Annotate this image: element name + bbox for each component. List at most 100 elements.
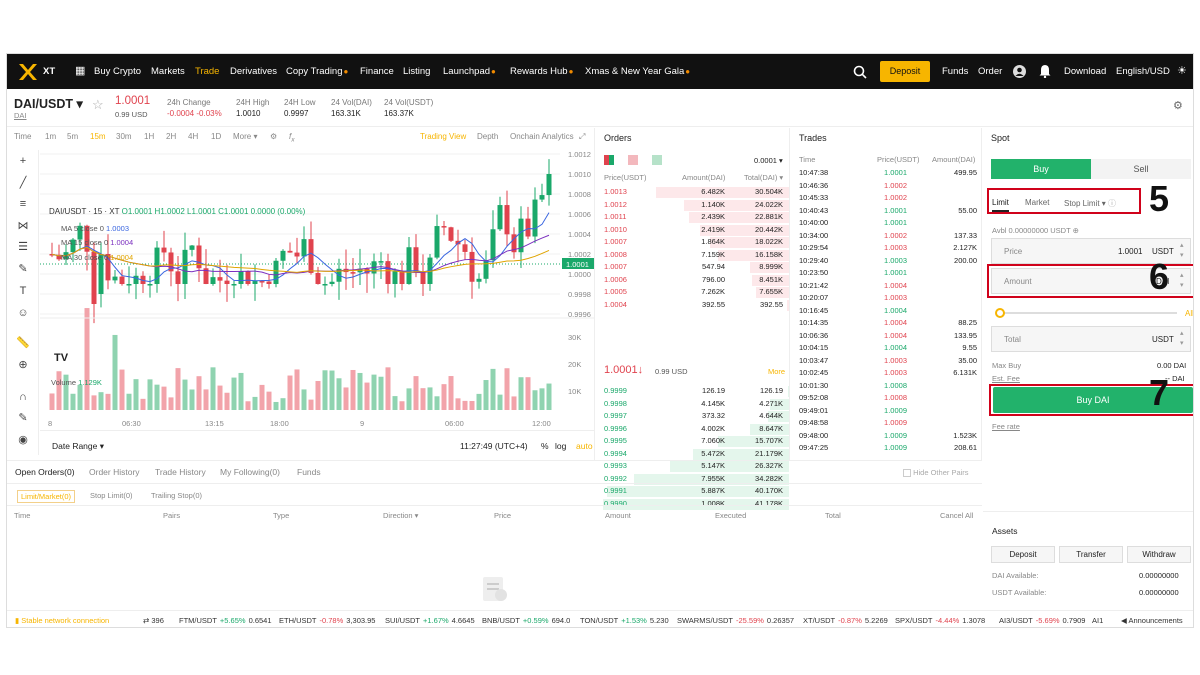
ticker-item[interactable]: XT/USDT -0.87% 5.2269 (803, 611, 888, 627)
tf-1h[interactable]: 1H (144, 132, 154, 141)
assets-withdraw-button[interactable]: Withdraw (1127, 546, 1191, 563)
ask-row[interactable]: 1.0012 1.140K 24.022K (596, 199, 789, 212)
tf-5m[interactable]: 5m (67, 132, 78, 141)
tf-2h[interactable]: 2H (166, 132, 176, 141)
nav-launchpad[interactable]: Launchpad● (443, 54, 496, 89)
ask-row[interactable]: 1.0010 2.419K 20.442K (596, 224, 789, 237)
nav-finance[interactable]: Finance (360, 54, 394, 89)
bid-row[interactable]: 0.9998 4.145K 4.271K (596, 398, 789, 411)
price-stepper[interactable]: ▴ ▾ (1180, 241, 1184, 261)
bid-row[interactable]: 0.9995 7.060K 15.707K (596, 435, 789, 448)
log-toggle[interactable]: log (555, 441, 566, 451)
book-asks-icon[interactable] (628, 155, 638, 165)
deposit-button[interactable]: Deposit (880, 61, 930, 82)
ruler-icon[interactable]: 📏 (16, 336, 30, 350)
subtab-limit-market[interactable]: Limit/Market(0) (17, 490, 76, 503)
nav-buy-crypto[interactable]: Buy Crypto (94, 54, 141, 89)
text-tool-icon[interactable]: T (16, 284, 30, 298)
user-avatar-icon[interactable] (1013, 65, 1026, 78)
pair-selector[interactable]: DAI/USDT ▾ (14, 96, 83, 111)
col-total[interactable]: Total(DAI) ▾ (744, 173, 783, 182)
price-value[interactable]: 1.0001 (1118, 247, 1142, 256)
fee-rate-link[interactable]: Fee rate (992, 422, 1020, 431)
hide-other-pairs[interactable]: Hide Other Pairs (903, 468, 969, 478)
trendline-icon[interactable]: ╱ (16, 176, 30, 190)
ai-label[interactable]: AI1 (1092, 611, 1103, 627)
fib-icon[interactable]: ☰ (16, 240, 30, 254)
tf-1m[interactable]: 1m (45, 132, 56, 141)
nav-listing[interactable]: Listing (403, 54, 430, 89)
slider-handle[interactable] (995, 308, 1005, 318)
tab-order-history[interactable]: Order History (89, 467, 140, 477)
search-icon[interactable] (853, 65, 867, 79)
ticker-item[interactable]: FTM/USDT +5.65% 0.6541 (179, 611, 272, 627)
ticker-item[interactable]: SUI/USDT +1.67% 4.6645 (385, 611, 475, 627)
nav-xmas-gala[interactable]: Xmas & New Year Gala● (585, 54, 690, 89)
view-depth[interactable]: Depth (477, 132, 498, 141)
tf-1d[interactable]: 1D (211, 132, 221, 141)
xt-logo-icon[interactable] (17, 61, 39, 83)
nav-locale[interactable]: English/USD (1116, 54, 1170, 89)
nav-markets[interactable]: Markets (151, 54, 185, 89)
assets-deposit-button[interactable]: Deposit (991, 546, 1055, 563)
tab-my-following[interactable]: My Following(0) (220, 467, 280, 477)
subtab-trailing-stop[interactable]: Trailing Stop(0) (151, 491, 202, 500)
ask-row[interactable]: 1.0007 547.94 8.999K (596, 261, 789, 274)
ask-row[interactable]: 1.0008 7.159K 16.158K (596, 249, 789, 262)
total-input[interactable]: Total USDT ▴ ▾ (991, 326, 1191, 352)
assets-transfer-button[interactable]: Transfer (1059, 546, 1123, 563)
precision-select[interactable]: 0.0001 ▾ (754, 156, 783, 165)
tab-open-orders[interactable]: Open Orders(0) (15, 467, 75, 477)
theme-sun-icon[interactable]: ☀ (1177, 54, 1187, 89)
favorite-star-icon[interactable]: ☆ (92, 97, 104, 113)
tf-time[interactable]: Time (14, 132, 31, 141)
eye-icon[interactable]: ◉ (16, 433, 30, 447)
settings-gear-icon[interactable]: ⚙ (1173, 99, 1183, 112)
buy-tab[interactable]: Buy (991, 159, 1091, 179)
ticker-item[interactable]: AI3/USDT -5.69% 0.7909 (999, 611, 1085, 627)
nav-copy-trading[interactable]: Copy Trading● (286, 54, 348, 89)
date-range-button[interactable]: Date Range ▾ (52, 441, 104, 452)
ask-row[interactable]: 1.0004 392.55 392.55 (596, 299, 789, 312)
add-funds-icon[interactable]: ⊕ (1073, 226, 1079, 235)
bid-row[interactable]: 0.9996 4.002K 8.647K (596, 423, 789, 436)
nav-rewards-hub[interactable]: Rewards Hub● (510, 54, 573, 89)
ask-row[interactable]: 1.0007 1.864K 18.022K (596, 236, 789, 249)
ask-row[interactable]: 1.0013 6.482K 30.504K (596, 186, 789, 199)
indicator-settings-icon[interactable]: ⚙ (270, 132, 277, 141)
emoji-icon[interactable]: ☺ (16, 306, 30, 320)
subtab-stop-limit[interactable]: Stop Limit(0) (90, 491, 133, 500)
total-stepper[interactable]: ▴ ▾ (1180, 329, 1184, 349)
nav-order[interactable]: Order (978, 54, 1002, 89)
slider-all[interactable]: All (1185, 309, 1193, 318)
crosshair-icon[interactable]: + (16, 154, 30, 168)
nav-trade[interactable]: Trade (195, 54, 219, 89)
view-onchain[interactable]: Onchain Analytics (510, 132, 574, 141)
nav-derivatives[interactable]: Derivatives (230, 54, 277, 89)
announcements-link[interactable]: ◀ Announcements (1121, 611, 1183, 627)
nav-download[interactable]: Download (1064, 54, 1106, 89)
pattern-icon[interactable]: ⋈ (16, 219, 30, 233)
tf-30m[interactable]: 30m (116, 132, 132, 141)
bid-row[interactable]: 0.9997 373.32 4.644K (596, 410, 789, 423)
book-bids-icon[interactable] (652, 155, 662, 165)
col-direction[interactable]: Direction ▾ (383, 511, 418, 520)
book-both-icon[interactable] (604, 155, 614, 165)
amount-slider[interactable] (997, 312, 1177, 314)
pair-base[interactable]: DAI (14, 111, 27, 120)
checkbox[interactable] (903, 469, 911, 478)
ticker-item[interactable]: ETH/USDT -0.78% 3,303.95 (279, 611, 375, 627)
view-trading-view[interactable]: Trading View (420, 132, 466, 141)
brush-icon[interactable]: ✎ (16, 262, 30, 276)
apps-grid-icon[interactable]: ▦ (75, 54, 85, 89)
magnet-icon[interactable]: ∩ (16, 390, 30, 404)
candlestick-chart[interactable]: 1.00121.00101.00081.00061.00041.00021.00… (40, 148, 595, 430)
sell-tab[interactable]: Sell (1091, 159, 1191, 179)
cancel-all-button[interactable]: Cancel All (940, 511, 973, 520)
tab-trade-history[interactable]: Trade History (155, 467, 206, 477)
expand-icon[interactable]: ⤢ (579, 132, 585, 142)
auto-toggle[interactable]: auto (576, 441, 593, 451)
percent-toggle[interactable]: % (541, 441, 549, 451)
ticker-item[interactable]: BNB/USDT +0.59% 694.0 (482, 611, 570, 627)
nav-funds[interactable]: Funds (942, 54, 968, 89)
